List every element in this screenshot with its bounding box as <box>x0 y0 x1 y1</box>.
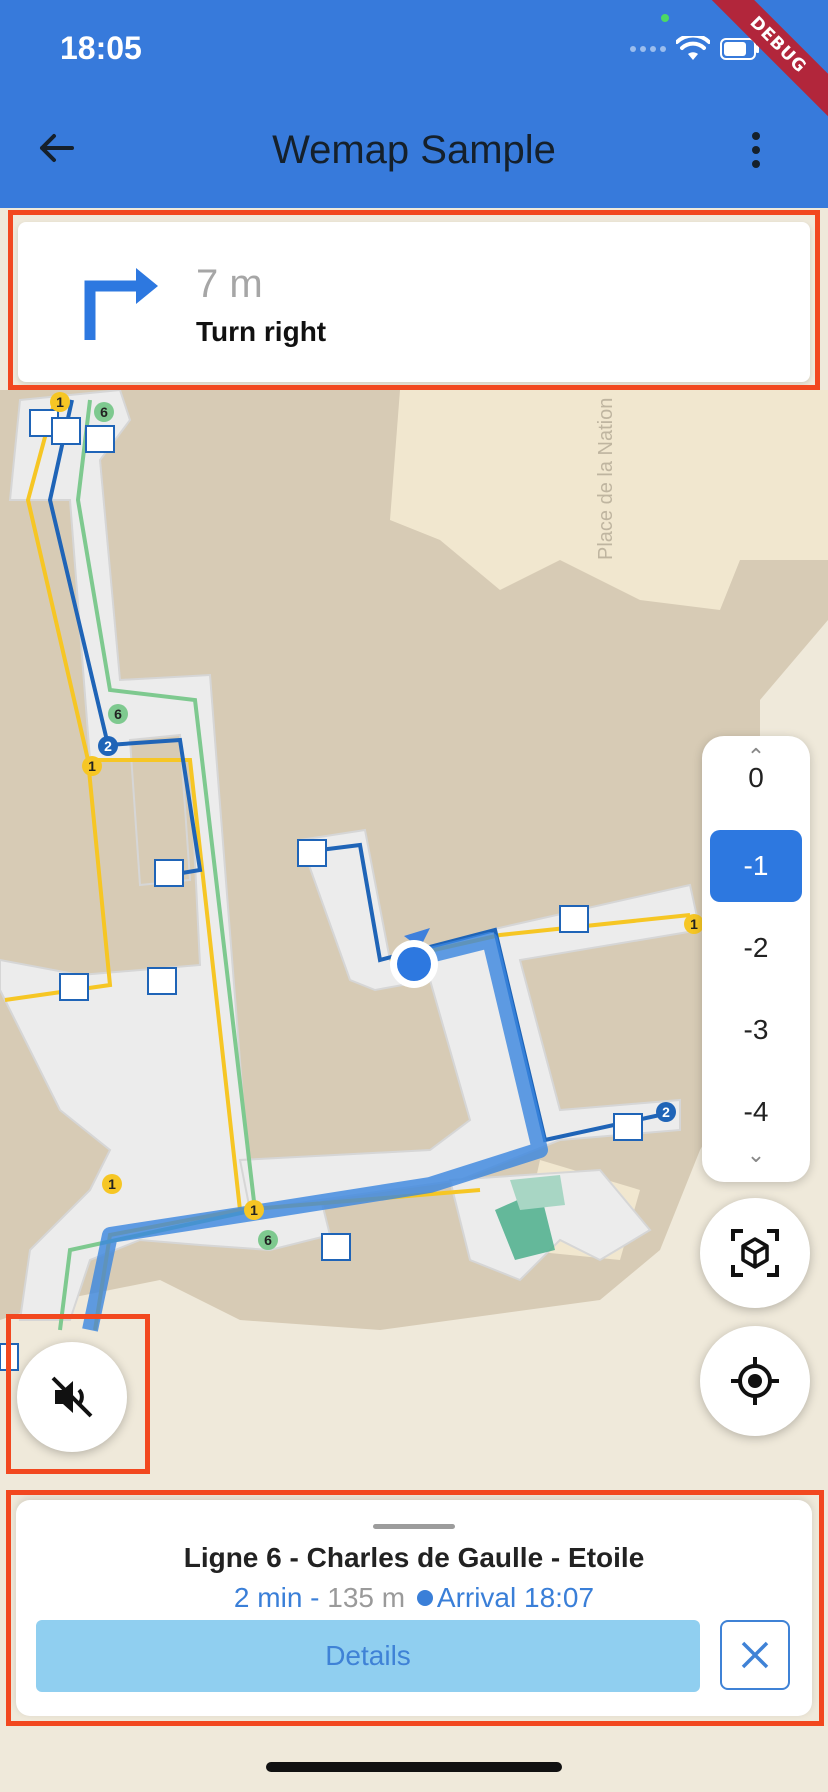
line-badge: 1 <box>108 1176 116 1192</box>
line-badge: 2 <box>662 1104 670 1120</box>
instruction-highlight <box>8 210 820 390</box>
floor-item[interactable]: -3 <box>710 994 802 1066</box>
locate-button[interactable] <box>700 1326 810 1436</box>
more-menu-button[interactable] <box>742 130 770 170</box>
line-badge: 1 <box>88 758 96 774</box>
line-badge: 1 <box>250 1202 258 1218</box>
wifi-icon <box>676 36 710 60</box>
line-badge: 6 <box>114 706 122 722</box>
floor-item[interactable]: -4 <box>710 1076 802 1148</box>
app-bar: 18:05 DEBUG Wemap Sample <box>0 0 828 208</box>
mute-highlight <box>6 1314 150 1474</box>
camera-indicator <box>661 14 669 22</box>
line-badge: 1 <box>56 394 64 410</box>
floor-item-partial[interactable]: 0 <box>702 762 810 794</box>
home-indicator[interactable] <box>266 1762 562 1772</box>
floor-selector[interactable]: ⌃ 0 -1 -2 -3 -4 ⌄ <box>702 736 810 1182</box>
street-label: Place de la Nation <box>595 398 617 560</box>
floor-item[interactable]: -2 <box>710 912 802 984</box>
my-location-icon <box>731 1357 779 1405</box>
line-badge: 1 <box>690 916 698 932</box>
app-title: Wemap Sample <box>272 128 556 172</box>
status-time: 18:05 <box>60 30 142 66</box>
chevron-down-icon[interactable]: ⌄ <box>702 1142 810 1168</box>
status-icons <box>630 36 760 62</box>
signal-icon <box>630 46 666 52</box>
floor-item-selected[interactable]: -1 <box>710 830 802 902</box>
line-badge: 6 <box>264 1232 272 1248</box>
bottom-sheet-highlight <box>6 1490 824 1726</box>
line-badge: 2 <box>104 738 112 754</box>
cube-view-icon <box>731 1229 779 1277</box>
view-3d-button[interactable] <box>700 1198 810 1308</box>
line-badge: 6 <box>100 404 108 420</box>
